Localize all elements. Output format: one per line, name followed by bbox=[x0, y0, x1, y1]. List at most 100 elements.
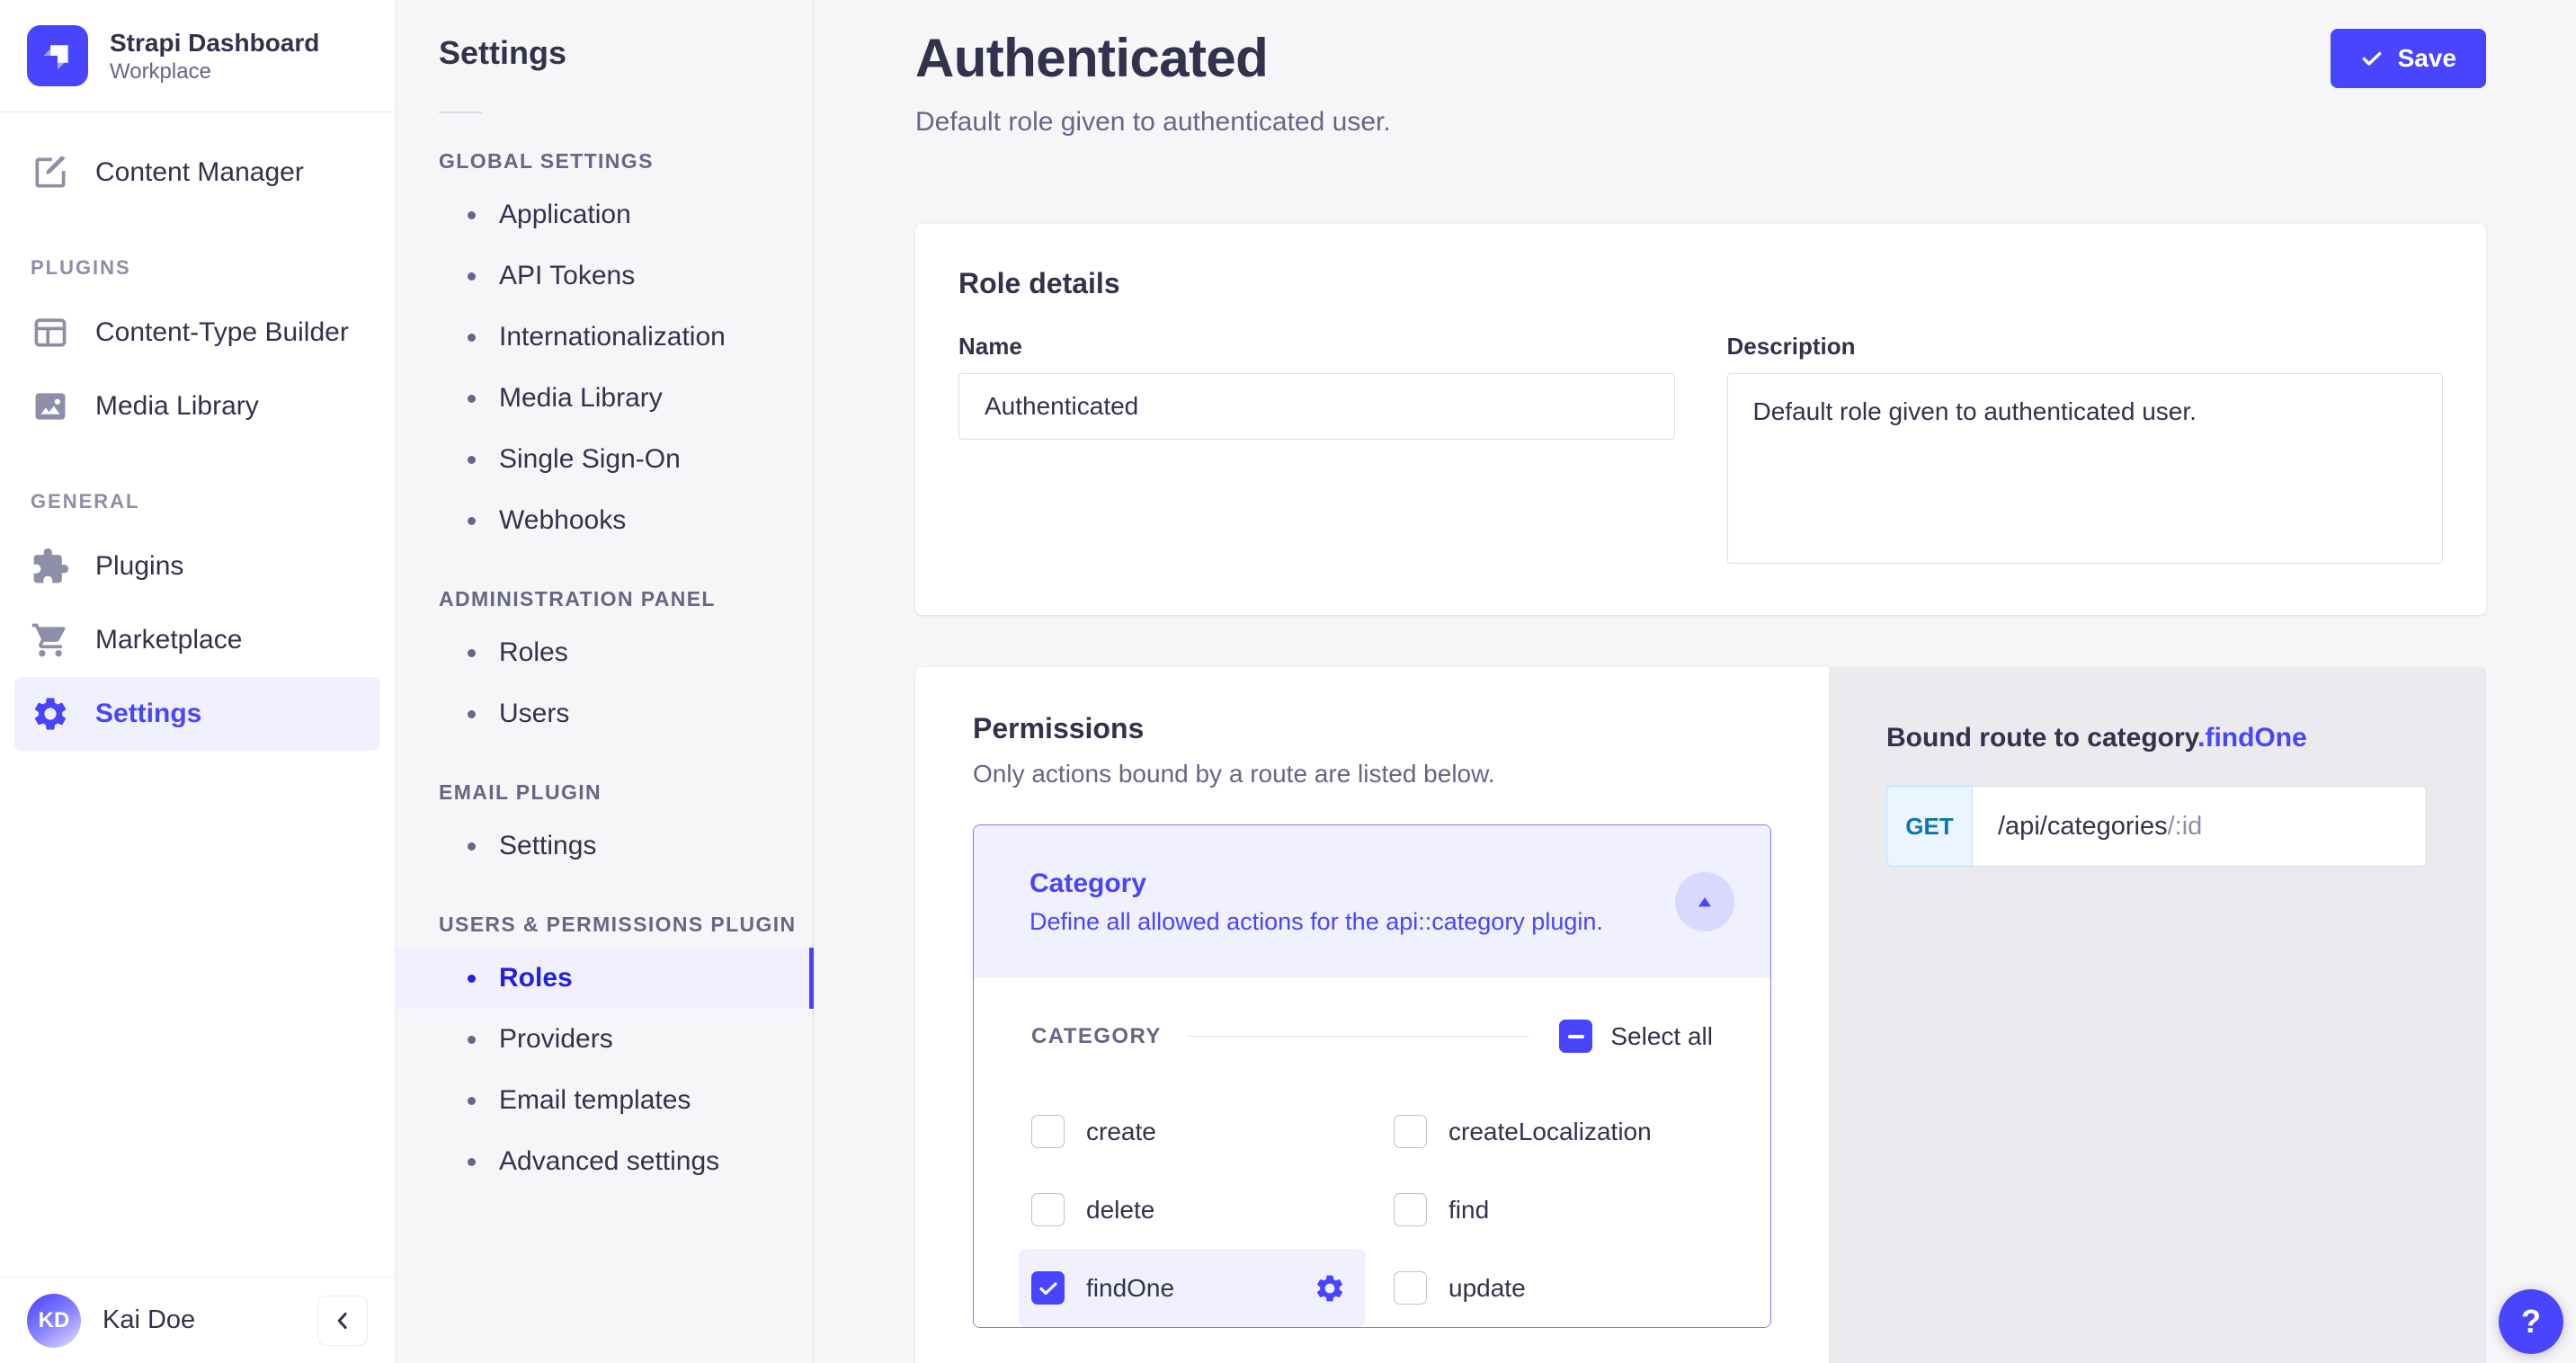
subnav-item-label: Media Library bbox=[499, 383, 663, 414]
find-one-settings-button[interactable] bbox=[1314, 1272, 1346, 1305]
gear-icon bbox=[31, 694, 70, 734]
subnav-item-email-settings[interactable]: Settings bbox=[396, 815, 813, 877]
strapi-admin-app: Strapi Dashboard Workplace Content Manag… bbox=[0, 0, 2576, 1363]
role-details-card: Role details Name Description Default ro… bbox=[915, 224, 2486, 615]
subnav-item-advanced-settings[interactable]: Advanced settings bbox=[396, 1131, 813, 1192]
subnav-item-providers[interactable]: Providers bbox=[396, 1009, 813, 1070]
delete-checkbox[interactable] bbox=[1031, 1193, 1065, 1226]
bullet-icon bbox=[468, 842, 476, 851]
name-input[interactable] bbox=[958, 373, 1675, 440]
subnav-item-label: Roles bbox=[499, 637, 568, 668]
main-nav-body: Content Manager PLUGINS Content-Type Bui… bbox=[0, 112, 395, 1277]
subnav-item-internationalization[interactable]: Internationalization bbox=[396, 307, 813, 368]
action-label: update bbox=[1448, 1274, 1526, 1303]
page-header: Authenticated Default role given to auth… bbox=[814, 0, 2576, 138]
bound-route-panel: Bound route to category.findOne GET /api… bbox=[1829, 667, 2486, 1363]
avatar[interactable]: KD bbox=[27, 1294, 81, 1348]
action-find-one: findOne bbox=[1019, 1249, 1366, 1327]
subnav-item-label: Users bbox=[499, 699, 569, 729]
nav-item-settings[interactable]: Settings bbox=[14, 677, 380, 751]
brand-title: Strapi Dashboard bbox=[110, 27, 319, 58]
select-all-checkbox[interactable] bbox=[1559, 1020, 1592, 1053]
category-subsection-row: CATEGORY Select all bbox=[1031, 1020, 1713, 1053]
bullet-icon bbox=[468, 975, 476, 983]
subnav-item-label: Advanced settings bbox=[499, 1146, 719, 1177]
subnav-section-email-plugin: EMAIL PLUGIN bbox=[439, 780, 813, 805]
subnav-item-label: Internationalization bbox=[499, 322, 726, 352]
help-button[interactable]: ? bbox=[2499, 1289, 2563, 1354]
collapse-sidebar-button[interactable] bbox=[317, 1296, 368, 1346]
layout-grid-icon bbox=[31, 313, 70, 352]
subnav-item-label: Roles bbox=[499, 963, 573, 993]
action-create: create bbox=[1031, 1092, 1394, 1171]
subnav-section-users-permissions-plugin: USERS & PERMISSIONS PLUGIN bbox=[439, 913, 813, 937]
description-textarea[interactable]: Default role given to authenticated user… bbox=[1727, 373, 2444, 564]
bullet-icon bbox=[468, 1097, 476, 1105]
nav-item-content-manager[interactable]: Content Manager bbox=[14, 136, 380, 209]
subnav-item-webhooks[interactable]: Webhooks bbox=[396, 490, 813, 551]
action-find: find bbox=[1394, 1171, 1713, 1249]
route-display: GET /api/categories/:id bbox=[1886, 786, 2427, 867]
bound-route-title-prefix: Bound route to category bbox=[1886, 723, 2197, 753]
subnav-item-single-sign-on[interactable]: Single Sign-On bbox=[396, 429, 813, 490]
bullet-icon bbox=[468, 456, 476, 464]
save-button-label: Save bbox=[2398, 44, 2456, 73]
subnav-section-global-settings: GLOBAL SETTINGS bbox=[439, 149, 813, 174]
create-checkbox[interactable] bbox=[1031, 1115, 1065, 1148]
subnav-item-label: Application bbox=[499, 200, 631, 230]
http-method-badge: GET bbox=[1886, 786, 1973, 867]
subnav-item-api-tokens[interactable]: API Tokens bbox=[396, 245, 813, 307]
nav-item-label: Settings bbox=[95, 699, 201, 729]
role-details-heading: Role details bbox=[958, 267, 2443, 300]
subnav-item-admin-roles[interactable]: Roles bbox=[396, 622, 813, 683]
accordion-description: Define all allowed actions for the api::… bbox=[1030, 908, 1603, 936]
nav-item-content-type-builder[interactable]: Content-Type Builder bbox=[14, 296, 380, 370]
divider bbox=[1189, 1036, 1529, 1037]
bound-route-title-action: .findOne bbox=[2197, 723, 2307, 753]
check-icon bbox=[2360, 47, 2384, 70]
subnav-item-email-templates[interactable]: Email templates bbox=[396, 1070, 813, 1131]
action-delete: delete bbox=[1031, 1171, 1394, 1249]
find-checkbox[interactable] bbox=[1394, 1193, 1427, 1226]
main-sidebar: Strapi Dashboard Workplace Content Manag… bbox=[0, 0, 396, 1363]
settings-subnav: Settings GLOBAL SETTINGS Application API… bbox=[396, 0, 814, 1363]
nav-item-media-library[interactable]: Media Library bbox=[14, 370, 380, 443]
nav-item-marketplace[interactable]: Marketplace bbox=[14, 603, 380, 677]
cart-icon bbox=[31, 620, 70, 660]
action-label: delete bbox=[1086, 1196, 1154, 1225]
permissions-section: Permissions Only actions bound by a rout… bbox=[915, 667, 2486, 1363]
nav-item-label: Marketplace bbox=[95, 625, 242, 655]
nav-item-label: Plugins bbox=[95, 551, 183, 582]
action-update: update bbox=[1394, 1249, 1713, 1327]
save-button[interactable]: Save bbox=[2331, 29, 2486, 88]
category-accordion: Category Define all allowed actions for … bbox=[973, 824, 1771, 1328]
page-subtitle: Default role given to authenticated user… bbox=[915, 107, 1391, 138]
subnav-item-media-library[interactable]: Media Library bbox=[396, 368, 813, 429]
collapse-accordion-button[interactable] bbox=[1675, 872, 1734, 931]
nav-section-general: GENERAL bbox=[31, 490, 380, 513]
subnav-item-label: Single Sign-On bbox=[499, 444, 681, 475]
workspace-brand[interactable]: Strapi Dashboard Workplace bbox=[0, 0, 395, 112]
bullet-icon bbox=[468, 1158, 476, 1166]
subnav-item-label: Webhooks bbox=[499, 505, 626, 536]
nav-item-plugins[interactable]: Plugins bbox=[14, 530, 380, 603]
indeterminate-dash-icon bbox=[1568, 1035, 1584, 1038]
bullet-icon bbox=[468, 211, 476, 219]
bullet-icon bbox=[468, 1036, 476, 1044]
subnav-item-up-roles[interactable]: Roles bbox=[396, 948, 813, 1009]
category-accordion-header[interactable]: Category Define all allowed actions for … bbox=[974, 825, 1770, 978]
action-label: findOne bbox=[1086, 1274, 1174, 1303]
create-localization-checkbox[interactable] bbox=[1394, 1115, 1427, 1148]
category-accordion-body: CATEGORY Select all create bbox=[974, 978, 1770, 1327]
bullet-icon bbox=[468, 710, 476, 718]
update-checkbox[interactable] bbox=[1394, 1271, 1427, 1305]
subnav-item-admin-users[interactable]: Users bbox=[396, 683, 813, 744]
nav-item-label: Content-Type Builder bbox=[95, 317, 349, 348]
action-label: find bbox=[1448, 1196, 1489, 1225]
subnav-item-application[interactable]: Application bbox=[396, 184, 813, 245]
find-one-checkbox[interactable] bbox=[1031, 1271, 1065, 1305]
permissions-card: Permissions Only actions bound by a rout… bbox=[915, 667, 1829, 1363]
name-field-group: Name bbox=[958, 333, 1675, 568]
brand-subtitle: Workplace bbox=[110, 58, 319, 85]
bound-route-title: Bound route to category.findOne bbox=[1886, 723, 2429, 753]
